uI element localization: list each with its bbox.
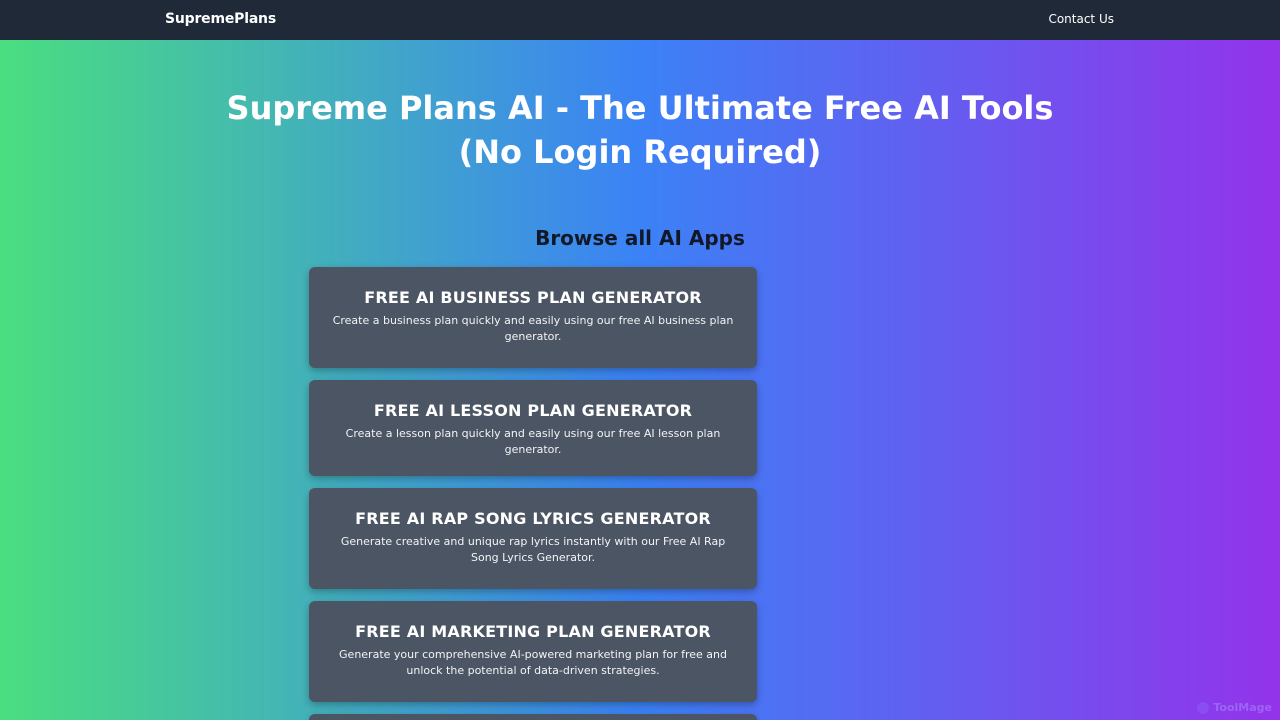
app-card-partial[interactable] [309, 714, 757, 720]
app-card-title: FREE AI LESSON PLAN GENERATOR [373, 401, 693, 420]
app-card-business-plan[interactable]: FREE AI BUSINESS PLAN GENERATOR Create a… [309, 267, 757, 368]
apps-list: FREE AI BUSINESS PLAN GENERATOR Create a… [309, 267, 757, 720]
app-card-marketing-plan[interactable]: FREE AI MARKETING PLAN GENERATOR Generat… [309, 601, 757, 702]
watermark-logo-icon [1197, 701, 1210, 714]
app-card-title: FREE AI BUSINESS PLAN GENERATOR [364, 288, 702, 307]
page-title-line2: (No Login Required) [458, 133, 822, 171]
watermark: ToolMage [1197, 701, 1272, 714]
page-title-line1: Supreme Plans AI - The Ultimate Free AI … [226, 89, 1054, 127]
brand-logo-link[interactable]: SupremePlans [165, 11, 276, 27]
app-card-rap-lyrics[interactable]: FREE AI RAP SONG LYRICS GENERATOR Genera… [309, 488, 757, 589]
app-card-description: Create a lesson plan quickly and easily … [345, 427, 721, 456]
app-card-description: Create a business plan quickly and easil… [332, 314, 734, 343]
apps-section-heading: Browse all AI Apps [535, 226, 745, 250]
app-card-description: Generate your comprehensive AI-powered m… [339, 648, 727, 677]
app-card-title: FREE AI MARKETING PLAN GENERATOR [355, 622, 711, 641]
page-title: Supreme Plans AI - The Ultimate Free AI … [0, 86, 1280, 174]
top-navbar: SupremePlans Contact Us [0, 0, 1280, 40]
watermark-text: ToolMage [1213, 701, 1272, 714]
app-card-title: FREE AI RAP SONG LYRICS GENERATOR [355, 509, 711, 528]
app-card-lesson-plan[interactable]: FREE AI LESSON PLAN GENERATOR Create a l… [309, 380, 757, 476]
contact-us-link[interactable]: Contact Us [1048, 12, 1114, 26]
app-card-description: Generate creative and unique rap lyrics … [340, 535, 726, 564]
